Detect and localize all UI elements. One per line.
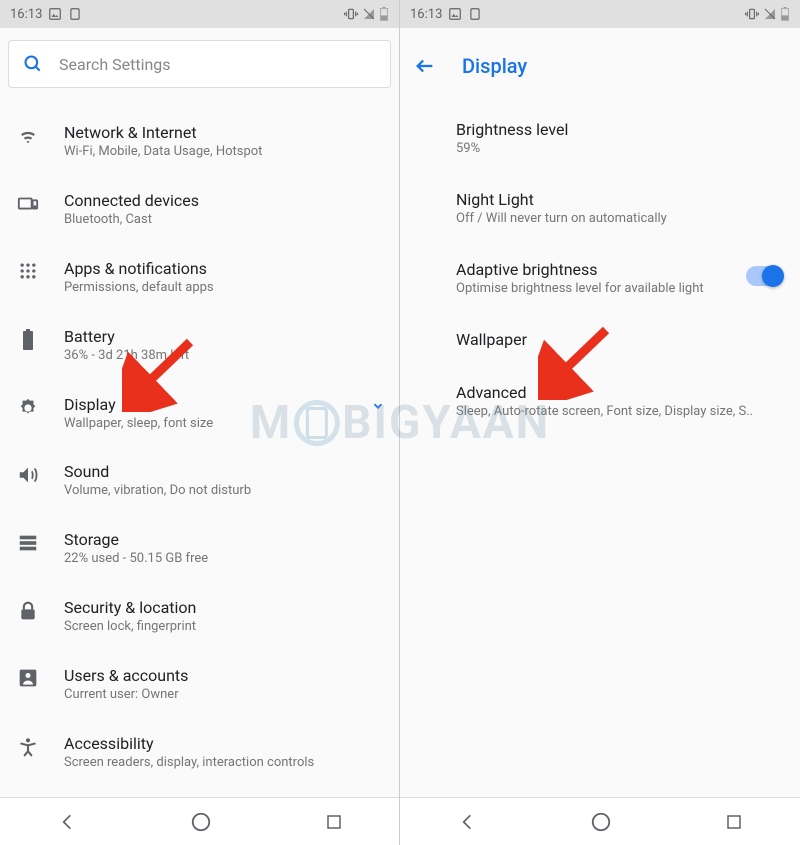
vibrate-icon [744, 7, 760, 21]
item-sub: Wallpaper, sleep, font size [64, 416, 349, 433]
item-title: Night Light [456, 190, 782, 209]
navigation-bar [0, 797, 399, 845]
item-title: Connected devices [64, 191, 385, 210]
item-sub: 22% used - 50.15 GB free [64, 551, 385, 568]
back-nav-button[interactable] [57, 812, 77, 832]
no-sim-icon [764, 7, 776, 21]
accessibility-icon [14, 734, 42, 758]
no-sim-icon [363, 7, 375, 21]
item-sub: Sleep, Auto-rotate screen, Font size, Di… [456, 404, 782, 421]
storage-icon [14, 530, 42, 554]
item-sub: Screen lock, fingerprint [64, 619, 385, 636]
user-icon [14, 666, 42, 688]
display-settings-pane: 16:13 [400, 0, 800, 845]
item-title: Apps & notifications [64, 259, 385, 278]
item-sub: Off / Will never turn on automatically [456, 211, 782, 228]
status-bar: 16:13 [400, 0, 800, 28]
item-sub: Optimise brightness level for available … [456, 281, 724, 298]
item-wallpaper[interactable]: Wallpaper [400, 314, 800, 367]
item-sub: Current user: Owner [64, 687, 385, 704]
status-time: 16:13 [410, 7, 442, 22]
recents-nav-button[interactable] [725, 813, 743, 831]
item-night-light[interactable]: Night Light Off / Will never turn on aut… [400, 174, 800, 244]
item-title: Network & Internet [64, 123, 385, 142]
search-settings[interactable]: Search Settings [8, 40, 391, 88]
item-title: Sound [64, 462, 385, 481]
item-title: Brightness level [456, 120, 782, 139]
item-sub: Permissions, default apps [64, 280, 385, 297]
image-icon [48, 7, 62, 21]
item-sub: Wi-Fi, Mobile, Data Usage, Hotspot [64, 144, 385, 161]
item-apps-notifications[interactable]: Apps & notifications Permissions, defaul… [0, 244, 399, 312]
back-arrow-icon[interactable] [414, 55, 436, 77]
display-header: Display [400, 36, 800, 96]
item-sub: 59% [456, 141, 782, 158]
battery-icon [379, 7, 389, 21]
screenshot-icon [468, 7, 482, 21]
search-icon [23, 54, 43, 74]
item-title: Display [64, 395, 349, 414]
lock-icon [14, 598, 42, 622]
adaptive-brightness-toggle[interactable] [746, 266, 782, 286]
battery-icon [780, 7, 790, 21]
search-placeholder: Search Settings [59, 55, 171, 74]
sound-icon [14, 462, 42, 486]
item-sound[interactable]: Sound Volume, vibration, Do not disturb [0, 447, 399, 515]
settings-list: Network & Internet Wi-Fi, Mobile, Data U… [0, 100, 399, 797]
item-sub: 36% - 3d 21h 38m left [64, 348, 385, 365]
item-security-location[interactable]: Security & location Screen lock, fingerp… [0, 583, 399, 651]
item-connected-devices[interactable]: Connected devices Bluetooth, Cast [0, 176, 399, 244]
item-sub: Volume, vibration, Do not disturb [64, 483, 385, 500]
navigation-bar [400, 797, 800, 845]
item-display[interactable]: Display Wallpaper, sleep, font size [0, 380, 399, 448]
recents-nav-button[interactable] [325, 813, 343, 831]
brightness-icon [14, 395, 42, 419]
item-title: Adaptive brightness [456, 260, 724, 279]
item-sub: Screen readers, display, interaction con… [64, 755, 385, 772]
item-battery[interactable]: Battery 36% - 3d 21h 38m left [0, 312, 399, 380]
display-list: Brightness level 59% Night Light Off / W… [400, 96, 800, 797]
item-sub: Bluetooth, Cast [64, 212, 385, 229]
item-title: Storage [64, 530, 385, 549]
vibrate-icon [343, 7, 359, 21]
status-time: 16:13 [10, 7, 42, 22]
apps-icon [14, 259, 42, 281]
devices-icon [14, 191, 42, 215]
status-bar: 16:13 [0, 0, 399, 28]
home-nav-button[interactable] [190, 811, 212, 833]
item-title: Advanced [456, 383, 782, 402]
page-title: Display [462, 54, 527, 78]
chevron-down-icon [371, 395, 385, 413]
back-nav-button[interactable] [457, 812, 477, 832]
item-title: Battery [64, 327, 385, 346]
item-advanced[interactable]: Advanced Sleep, Auto-rotate screen, Font… [400, 367, 800, 437]
item-title: Users & accounts [64, 666, 385, 685]
item-title: Security & location [64, 598, 385, 617]
battery-vert-icon [14, 327, 42, 351]
item-brightness-level[interactable]: Brightness level 59% [400, 104, 800, 174]
wifi-icon [14, 123, 42, 147]
image-icon [448, 7, 462, 21]
screenshot-icon [68, 7, 82, 21]
item-storage[interactable]: Storage 22% used - 50.15 GB free [0, 515, 399, 583]
item-accessibility[interactable]: Accessibility Screen readers, display, i… [0, 719, 399, 787]
item-title: Accessibility [64, 734, 385, 753]
item-title: Wallpaper [456, 330, 782, 349]
home-nav-button[interactable] [590, 811, 612, 833]
item-users-accounts[interactable]: Users & accounts Current user: Owner [0, 651, 399, 719]
item-network-internet[interactable]: Network & Internet Wi-Fi, Mobile, Data U… [0, 108, 399, 176]
settings-root-pane: 16:13 [0, 0, 400, 845]
item-adaptive-brightness[interactable]: Adaptive brightness Optimise brightness … [400, 244, 800, 314]
